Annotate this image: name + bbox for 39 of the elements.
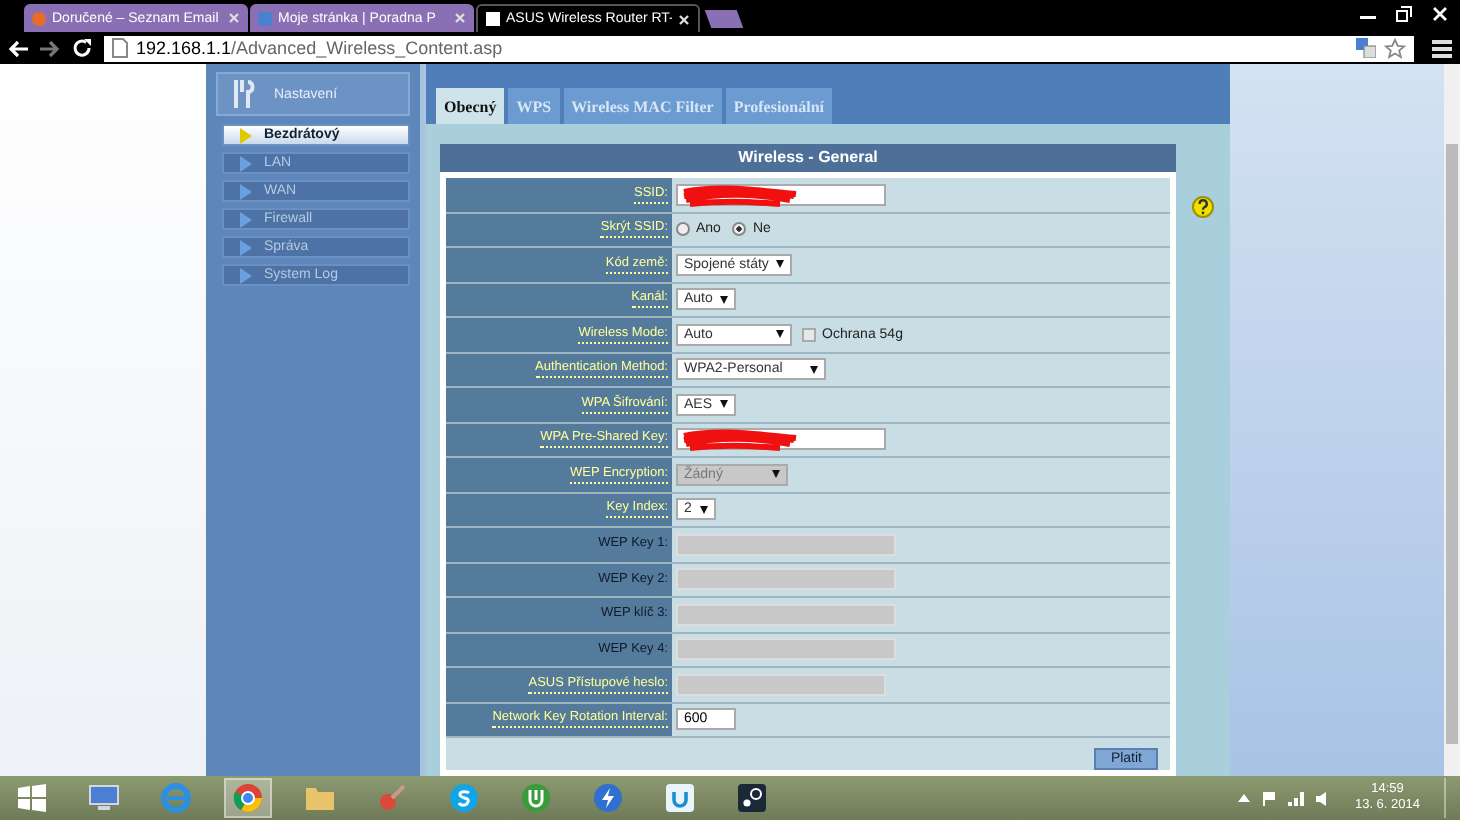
checkbox[interactable] [802, 327, 816, 342]
scrollbar-thumb[interactable] [1446, 144, 1458, 744]
page-tab[interactable]: WPS [508, 88, 560, 124]
page-tab[interactable]: Profesionální [725, 88, 833, 124]
address-bar[interactable]: 192.168.1.1/Advanced_Wireless_Content.asp [104, 35, 1414, 61]
translate-icon[interactable] [1356, 38, 1376, 58]
caret-icon [772, 470, 780, 479]
caret-icon [776, 260, 785, 269]
page-tab[interactable]: Wireless MAC Filter [563, 88, 722, 124]
url-path: /Advanced_Wireless_Content.asp [231, 38, 503, 58]
back-icon[interactable] [8, 39, 28, 57]
section-title: Wireless - General [440, 144, 1176, 172]
favicon-icon [32, 11, 46, 25]
forward-icon[interactable] [40, 39, 60, 57]
radio-button[interactable] [676, 222, 690, 237]
page-icon [112, 38, 128, 58]
speaker-icon[interactable] [1316, 791, 1331, 805]
restore-icon[interactable] [1396, 6, 1412, 22]
close-icon[interactable] [678, 13, 690, 25]
tray-arrow-icon[interactable] [1238, 794, 1251, 802]
help-icon[interactable] [1192, 196, 1214, 218]
browser-icon[interactable] [224, 778, 272, 818]
caret-icon [699, 505, 708, 514]
caret-icon [776, 330, 784, 339]
page-icon [486, 12, 500, 26]
favicon-icon [258, 11, 272, 25]
show-desktop-button[interactable] [1444, 778, 1452, 818]
star-icon[interactable] [1384, 37, 1406, 59]
caret-icon [720, 295, 729, 304]
caret-icon [810, 365, 818, 374]
page-tab[interactable]: Obecný [436, 88, 505, 124]
caret-icon [720, 400, 729, 409]
new-tab-button[interactable] [704, 10, 744, 28]
menu-icon[interactable] [1432, 39, 1452, 57]
reload-icon[interactable] [72, 38, 92, 58]
url-host: 192.168.1.1 [136, 38, 232, 58]
signal-icon[interactable] [1288, 791, 1305, 805]
radio-button[interactable] [732, 222, 747, 237]
flag-icon[interactable] [1262, 791, 1277, 805]
